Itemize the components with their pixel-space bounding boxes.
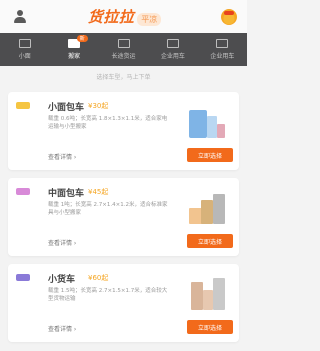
vehicle-price: ¥45起 (88, 188, 109, 196)
vehicle-flag-icon (16, 274, 30, 281)
select-button[interactable]: 立即选择 (187, 320, 233, 334)
tab-banjia[interactable]: 新 搬家 (49, 33, 98, 66)
tab-xiaomian[interactable]: 小面 (0, 33, 49, 66)
tab-long-haul[interactable]: 长途货运 (99, 33, 148, 66)
vehicle-price: ¥60起 (88, 274, 109, 282)
user-icon-head (17, 9, 23, 16)
vehicle-description: 载重 0.6吨；长宽高 1.8×1.3×1.1米，适合家电运输与小型搬家 (48, 116, 168, 130)
details-link[interactable]: 查看详情 (48, 152, 76, 161)
vehicle-flag-icon (16, 188, 30, 195)
tab-label: 企业用车 (210, 53, 235, 60)
van-illustration-icon (189, 110, 225, 138)
tab-label: 小面 (18, 53, 31, 60)
section-hint: 选择车型，马上下单 (96, 74, 151, 81)
new-badge: 新 (76, 35, 88, 42)
vehicle-title: 小货车 (48, 275, 76, 285)
vehicle-card-medium-van[interactable]: 中面包车 ¥45起 载重 1吨；长宽高 2.7×1.4×1.2米，适合标准家具与… (8, 178, 239, 256)
tab-enterprise-1[interactable]: 企业用车 (148, 33, 197, 66)
building-icon (166, 39, 179, 48)
select-button[interactable]: 立即选择 (187, 148, 233, 162)
vehicle-card-small-van[interactable]: 小面包车 ¥30起 载重 0.6吨；长宽高 1.8×1.3×1.1米，适合家电运… (8, 92, 239, 170)
vehicle-title: 中面包车 (48, 189, 85, 199)
details-link[interactable]: 查看详情 (48, 238, 76, 247)
vehicle-price: ¥30起 (88, 102, 109, 110)
company-icon (216, 39, 229, 48)
user-icon-body (14, 16, 26, 23)
vehicle-card-small-truck[interactable]: 小货车 ¥60起 载重 1.5吨；长宽高 2.7×1.5×1.7米，适合较大型货… (8, 264, 239, 342)
tab-enterprise-2[interactable]: 企业用车 (198, 33, 247, 66)
vehicle-description: 载重 1吨；长宽高 2.7×1.4×1.2米，适合标准家具与小型搬家 (48, 202, 168, 216)
brand-logo: 货拉拉 平凉 (88, 6, 162, 27)
vehicle-title: 小面包车 (48, 103, 85, 113)
van-icon (18, 39, 31, 48)
vehicle-description: 载重 1.5吨；长宽高 2.7×1.5×1.7米，适合较大型货物运输 (48, 288, 168, 302)
select-button[interactable]: 立即选择 (187, 234, 233, 248)
gift-icon[interactable] (220, 8, 237, 25)
tab-label: 企业用车 (160, 53, 185, 60)
service-tabbar: 小面 新 搬家 长途货运 企业用车 企业用车 (0, 33, 247, 66)
long-haul-icon (117, 39, 130, 48)
truck-cargo-illustration-icon (191, 278, 225, 310)
tab-label: 长途货运 (111, 53, 136, 60)
furniture-illustration-icon (189, 194, 225, 224)
vehicle-flag-icon (16, 102, 30, 109)
brand-name: 货拉拉 (87, 8, 135, 26)
city-selector[interactable]: 平凉 (137, 13, 162, 26)
user-icon[interactable] (12, 9, 28, 24)
tab-label: 搬家 (68, 53, 81, 60)
top-header: 货拉拉 平凉 (0, 0, 247, 33)
details-link[interactable]: 查看详情 (48, 324, 76, 333)
